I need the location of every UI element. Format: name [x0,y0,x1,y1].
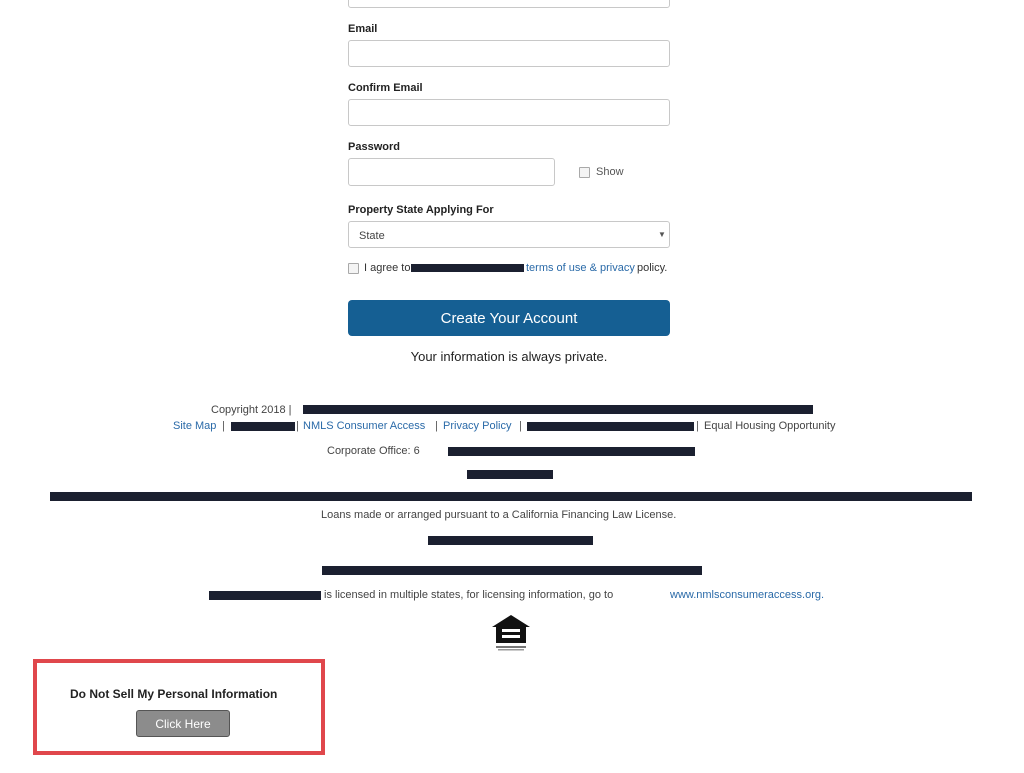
confirm-email-label: Confirm Email [348,82,423,94]
password-label: Password [348,141,400,153]
agree-checkbox[interactable] [348,263,359,274]
do-not-sell-click-here-button[interactable]: Click Here [136,710,230,737]
email-field[interactable] [348,40,670,67]
nmls-consumer-access-link[interactable]: NMLS Consumer Access [303,420,425,432]
redacted-line-1 [467,470,553,479]
agree-text: I agree to [364,262,410,274]
do-not-sell-highlight-box [33,659,325,755]
previous-field-input[interactable] [348,0,670,8]
loans-note: Loans made or arranged pursuant to a Cal… [321,509,677,521]
show-password-label: Show [596,166,624,178]
footer-separator: | [222,420,225,432]
footer-separator: | [296,420,299,432]
footer-separator: | [519,420,522,432]
privacy-policy-link[interactable]: Privacy Policy [443,420,511,432]
equal-housing-text: Equal Housing Opportunity [704,420,836,432]
redacted-address [448,447,695,456]
equal-housing-icon [492,615,530,651]
footer-separator: | [696,420,699,432]
redacted-line-3 [322,566,702,575]
agree-prefix: I agree to [364,262,411,274]
redacted-footer-link-1 [231,422,295,431]
redacted-company-license [209,591,321,600]
redacted-footer-link-2 [527,422,694,431]
create-account-button[interactable]: Create Your Account [348,300,670,336]
privacy-note: Your information is always private. [410,349,608,364]
state-select[interactable]: State [348,221,670,248]
nmls-url-link[interactable]: www.nmlsconsumeraccess.org. [670,589,824,601]
state-label: Property State Applying For [348,204,494,216]
redacted-copyright-owner [303,405,813,414]
confirm-email-field[interactable] [348,99,670,126]
state-selected-value: State [359,230,385,242]
redacted-company-name [411,264,524,272]
footer-separator: | [435,420,438,432]
chevron-down-icon: ▼ [658,230,666,239]
show-password-checkbox[interactable] [579,167,590,178]
licensed-text: is licensed in multiple states, for lice… [324,589,614,601]
copyright-text: Copyright 2018 | [211,404,292,416]
redacted-license-statement [50,492,972,501]
terms-link[interactable]: terms of use & privacy [526,262,635,274]
email-label: Email [348,23,378,35]
agree-suffix: policy. [637,262,668,274]
redacted-line-2 [428,536,593,545]
do-not-sell-title: Do Not Sell My Personal Information [70,687,278,701]
password-field[interactable] [348,158,555,186]
site-map-link[interactable]: Site Map [173,420,216,432]
corporate-office-text: Corporate Office: 6 [327,445,420,457]
